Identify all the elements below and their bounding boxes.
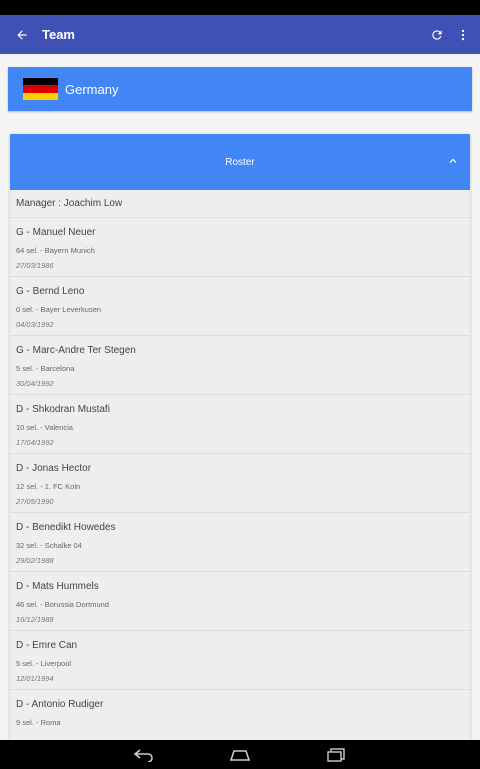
back-button[interactable]	[2, 15, 42, 54]
player-dob: 30/04/1992	[16, 379, 54, 388]
player-name: D - Antonio Rudiger	[16, 699, 104, 710]
home-nav-icon	[229, 749, 251, 761]
player-dob: 29/02/1988	[16, 556, 54, 565]
flag-stripe	[23, 78, 58, 86]
player-club: 5 sel. - Barcelona	[16, 364, 75, 373]
arrow-left-icon	[17, 29, 27, 40]
player-club: 0 sel. - Bayer Leverkusen	[16, 305, 102, 314]
player-row[interactable]: D - Antonio Rudiger 9 sel. - Roma	[10, 690, 470, 740]
player-club: 10 sel. - Valencia	[16, 423, 73, 432]
player-name: G - Marc-Andre Ter Stegen	[16, 345, 136, 356]
flag-stripe	[23, 92, 58, 100]
back-nav-icon	[133, 748, 153, 762]
flag-stripe	[23, 85, 58, 93]
player-dob: 16/12/1988	[16, 615, 54, 624]
recents-nav-icon	[327, 747, 345, 762]
player-row[interactable]: D - Jonas Hector 12 sel. - 1. FC Koln 27/0…	[10, 454, 470, 513]
refresh-icon	[432, 29, 442, 40]
player-name: G - Bernd Leno	[16, 286, 85, 297]
page-title: Team	[42, 27, 75, 42]
player-name: D - Emre Can	[16, 640, 78, 651]
manager-label: Manager : Joachim Low	[10, 190, 470, 218]
player-name: D - Jonas Hector	[16, 463, 92, 474]
player-dob: 12/01/1994	[16, 674, 54, 683]
player-dob: 27/03/1986	[16, 261, 54, 270]
player-dob: 27/05/1990	[16, 497, 54, 506]
country-name: Germany	[65, 81, 119, 97]
player-club: 9 sel. - Roma	[16, 718, 61, 727]
player-dob: 17/04/1992	[16, 438, 54, 447]
player-row[interactable]: G - Bernd Leno 0 sel. - Bayer Leverkusen 0…	[10, 277, 470, 336]
player-name: G - Manuel Neuer	[16, 227, 96, 238]
player-name: D - Mats Hummels	[16, 581, 99, 592]
nav-home-button[interactable]	[192, 740, 288, 769]
player-row[interactable]: D - Mats Hummels 46 sel. - Borussia Dortm…	[10, 572, 470, 631]
system-nav-bar	[0, 740, 480, 769]
country-card[interactable]: Germany	[8, 67, 472, 111]
chevron-up-icon	[449, 158, 457, 163]
player-row[interactable]: D - Shkodran Mustafi 10 sel. - Valencia 17…	[10, 395, 470, 454]
player-club: 46 sel. - Borussia Dortmund	[16, 600, 109, 609]
player-row[interactable]: D - Emre Can 5 sel. - Liverpool 12/01/1994	[10, 631, 470, 690]
status-bar	[0, 0, 480, 15]
germany-flag-icon	[23, 78, 58, 100]
player-name: D - Benedikt Howedes	[16, 522, 116, 533]
player-dob: 04/03/1992	[16, 320, 54, 329]
nav-recents-button[interactable]	[288, 740, 384, 769]
player-row[interactable]: D - Benedikt Howedes 32 sel. - Schalke 04…	[10, 513, 470, 572]
player-club: 32 sel. - Schalke 04	[16, 541, 82, 550]
overflow-menu-button[interactable]	[450, 15, 476, 54]
app-bar: Team	[0, 15, 480, 54]
content-area: Germany Roster Manager : Joachim Low G -…	[0, 54, 480, 740]
player-row[interactable]: G - Manuel Neuer 64 sel. - Bayern Munich 2…	[10, 218, 470, 277]
roster-title: Roster	[225, 156, 255, 168]
player-row[interactable]: G - Marc-Andre Ter Stegen 5 sel. - Barcel…	[10, 336, 470, 395]
player-list: G - Manuel Neuer 64 sel. - Bayern Munich 2…	[10, 218, 470, 740]
player-name: D - Shkodran Mustafi	[16, 404, 110, 415]
refresh-button[interactable]	[424, 15, 450, 54]
player-club: 5 sel. - Liverpool	[16, 659, 72, 668]
player-club: 64 sel. - Bayern Munich	[16, 246, 95, 255]
more-vertical-icon	[461, 29, 465, 40]
player-club: 12 sel. - 1. FC Koln	[16, 482, 81, 491]
roster-header[interactable]: Roster	[10, 134, 470, 190]
nav-back-button[interactable]	[96, 740, 192, 769]
roster-panel: Roster Manager : Joachim Low G - Manuel …	[10, 134, 470, 740]
